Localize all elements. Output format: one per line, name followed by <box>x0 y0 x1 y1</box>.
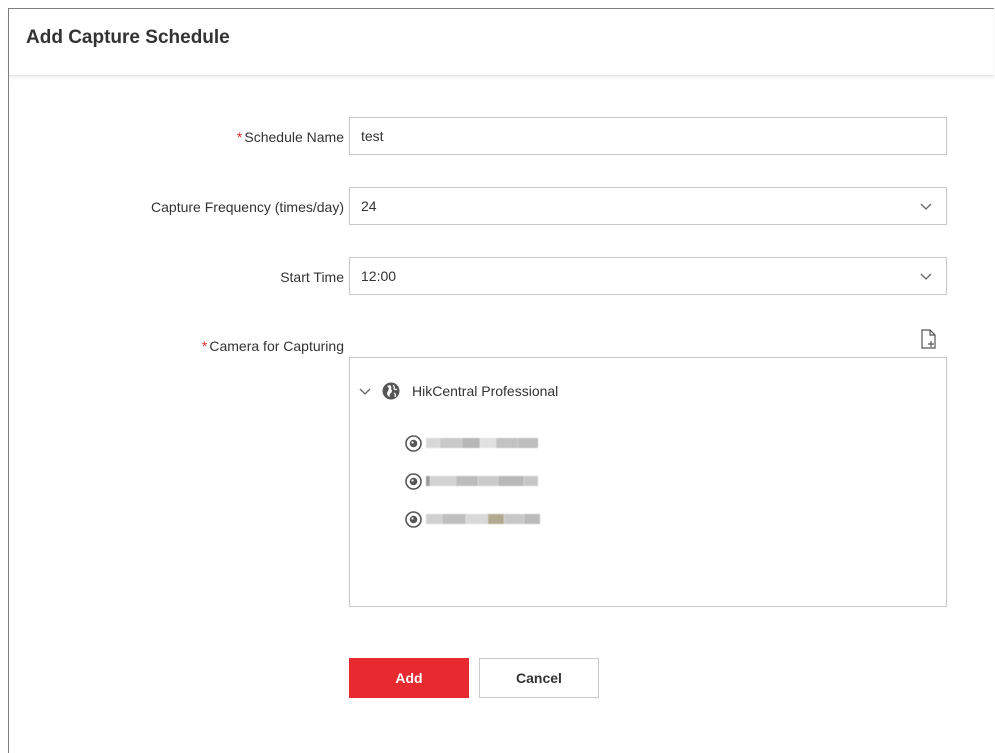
schedule-name-field[interactable] <box>349 117 947 155</box>
tree-root-label: HikCentral Professional <box>412 383 559 399</box>
camera-node[interactable] <box>405 433 538 453</box>
start-time-value: 12:00 <box>361 268 397 284</box>
camera-for-capturing-label: * Camera for Capturing <box>201 338 344 354</box>
capture-frequency-label: Capture Frequency (times/day) <box>151 199 344 215</box>
tree-root-node[interactable]: HikCentral Professional <box>359 380 558 402</box>
capture-frequency-select[interactable]: 24 <box>349 187 947 225</box>
schedule-name-input[interactable] <box>361 118 921 154</box>
add-button[interactable]: Add <box>349 658 469 698</box>
start-time-select[interactable]: 12:00 <box>349 257 947 295</box>
start-time-label: Start Time <box>280 269 344 285</box>
camera-icon <box>405 472 422 490</box>
cancel-button[interactable]: Cancel <box>479 658 599 698</box>
redacted-camera-name <box>426 474 538 488</box>
redacted-camera-name <box>426 512 540 526</box>
dialog-title: Add Capture Schedule <box>26 27 230 48</box>
import-file-icon[interactable] <box>920 329 938 349</box>
expand-chevron-icon[interactable] <box>359 386 371 396</box>
required-mark: * <box>236 129 243 145</box>
chevron-down-icon[interactable] <box>920 201 932 211</box>
globe-icon <box>382 382 400 400</box>
redacted-camera-name <box>426 436 538 450</box>
camera-node[interactable] <box>405 509 540 529</box>
required-mark: * <box>201 338 208 354</box>
camera-tree[interactable]: HikCentral Professional <box>349 357 947 607</box>
camera-node[interactable] <box>405 471 538 491</box>
camera-icon <box>405 510 422 528</box>
camera-icon <box>405 434 422 452</box>
schedule-name-label: * Schedule Name <box>236 129 344 145</box>
dialog-header: Add Capture Schedule <box>9 9 994 76</box>
chevron-down-icon[interactable] <box>920 271 932 281</box>
capture-frequency-value: 24 <box>361 198 377 214</box>
